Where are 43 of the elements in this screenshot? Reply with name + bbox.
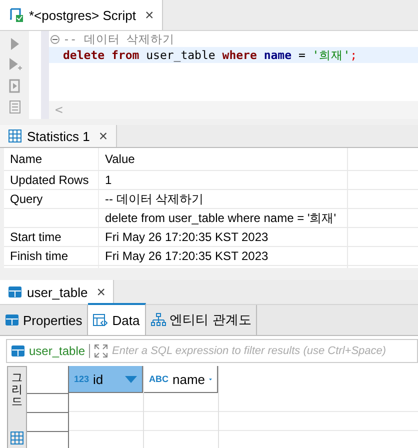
expand-icon[interactable] — [94, 344, 108, 358]
statistics-tab[interactable]: Statistics 1 × — [0, 125, 117, 147]
collapse-icon[interactable] — [49, 35, 61, 44]
run-script-icon[interactable] — [8, 79, 22, 93]
hierarchy-icon — [150, 313, 166, 327]
data-icon — [93, 314, 108, 326]
close-icon[interactable]: × — [144, 6, 154, 24]
grid-icon — [10, 431, 24, 445]
column-header[interactable]: 123 id — [69, 366, 143, 393]
table-tab[interactable]: user_table × — [0, 280, 114, 304]
table-icon — [8, 286, 22, 298]
table-name: user_table — [29, 344, 86, 358]
code-line: delete from user_table where name = '희재'; — [63, 48, 358, 63]
table-cell: Fri May 26 17:20:35 KST 2023 — [99, 228, 348, 246]
grid-side-tab[interactable]: 그리드 — [7, 366, 27, 448]
column-header: Value — [99, 148, 348, 170]
column-header: Name — [4, 148, 99, 170]
filter-field[interactable]: user_table Enter a SQL expression to filter results (use Ctrl+Space) — [6, 339, 418, 363]
tab-label: *<postgres> Script — [29, 8, 136, 22]
code-line: -- 데이터 삭제하기 — [63, 32, 175, 47]
view-tab[interactable]: Data — [88, 303, 146, 335]
table-icon — [11, 345, 25, 357]
close-icon[interactable]: × — [96, 284, 106, 300]
tab-label: user_table — [27, 284, 88, 300]
table-icon — [5, 314, 19, 326]
column-header[interactable]: ABC name — [144, 366, 218, 393]
grid-icon — [8, 129, 22, 143]
table-cell: Updated Rows — [4, 171, 99, 189]
table-cell: delete from user_table where name = '희재' — [99, 209, 348, 227]
table-cell: -- 데이터 삭제하기 — [99, 190, 348, 208]
tab-label: Statistics 1 — [27, 128, 90, 144]
table-cell: Fri May 26 17:20:35 KST 2023 — [99, 247, 348, 265]
script-icon — [8, 7, 24, 23]
view-tab[interactable]: 엔티티 관계도 — [146, 305, 258, 335]
table-cell: 1 — [99, 171, 348, 189]
table-cell: Finish time — [4, 247, 99, 265]
run-add-icon[interactable] — [8, 58, 22, 72]
table-cell: Start time — [4, 228, 99, 246]
script-tab[interactable]: *<postgres> Script × — [0, 0, 163, 30]
dropdown-icon[interactable] — [125, 376, 137, 382]
close-icon[interactable]: × — [98, 128, 108, 144]
table-cell: Query — [4, 190, 99, 208]
document-icon[interactable] — [8, 100, 22, 114]
